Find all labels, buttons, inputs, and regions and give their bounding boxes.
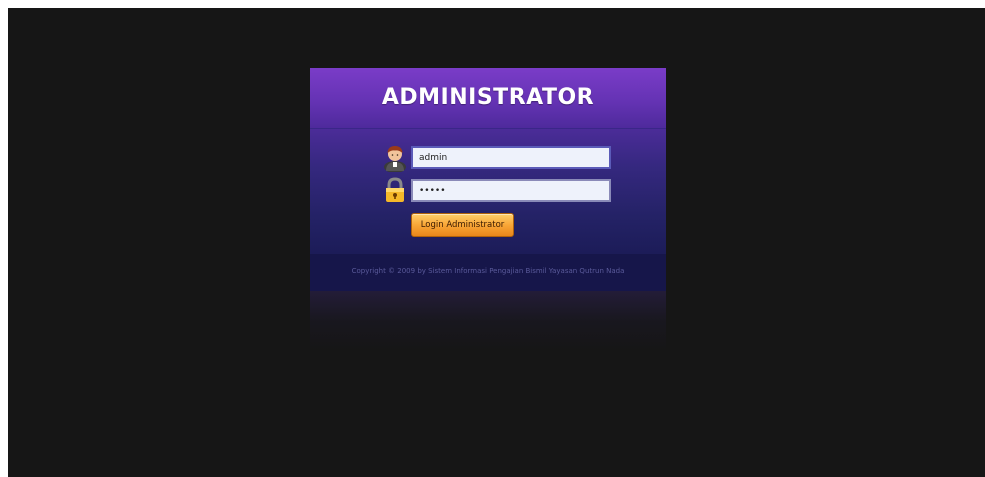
login-button[interactable]: Login Administrator [411,213,514,237]
page-title: ADMINISTRATOR [381,85,595,110]
user-avatar-icon [384,146,406,172]
panel-footer: Copyright © 2009 by Sistem Informasi Pen… [310,254,666,291]
panel-header: ADMINISTRATOR [310,68,666,129]
username-input[interactable] [411,146,611,169]
page-background: ADMINISTRATOR Login Administrator Copyri… [8,8,985,477]
password-input[interactable] [411,179,611,202]
copyright-text: Copyright © 2009 by Sistem Informasi Pen… [351,267,625,275]
login-panel: ADMINISTRATOR Login Administrator Copyri… [310,68,666,291]
panel-reflection [310,291,666,351]
padlock-icon [386,177,404,202]
